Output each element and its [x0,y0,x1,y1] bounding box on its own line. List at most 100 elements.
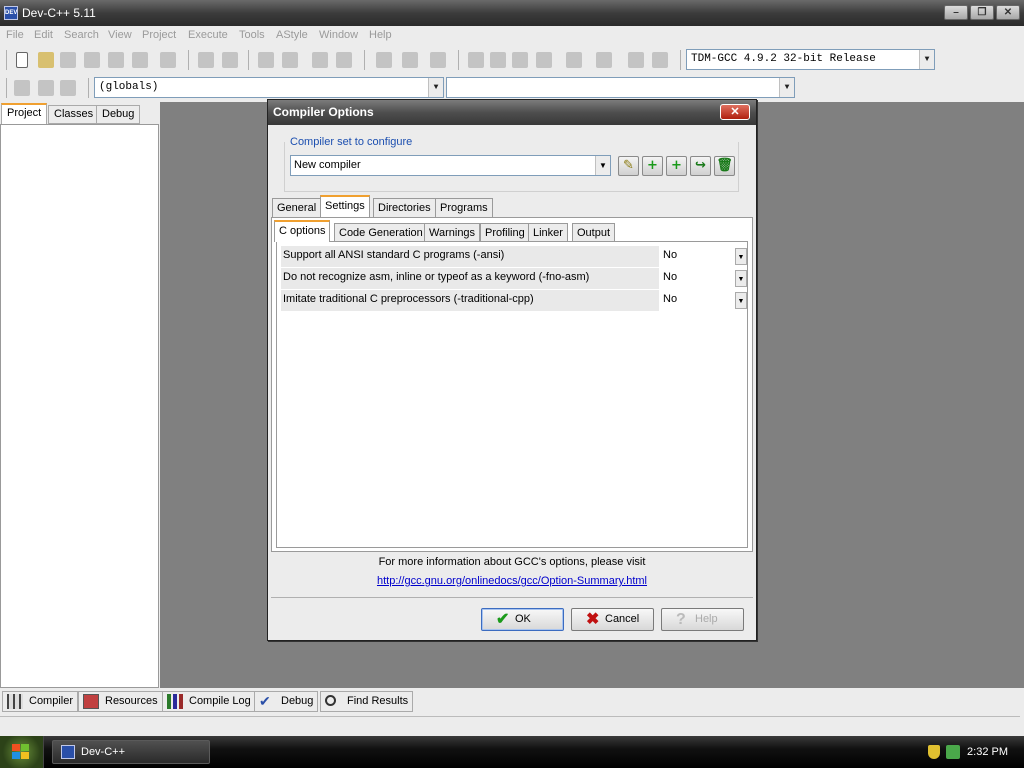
ok-button[interactable]: ✔ OK [481,608,564,631]
indent-icon[interactable] [376,52,392,68]
security-shield-icon[interactable] [928,745,940,759]
insert-icon[interactable] [14,80,30,96]
system-tray: 2:32 PM [914,736,1024,768]
chevron-down-icon[interactable]: ▼ [919,50,934,69]
member-select[interactable]: ▼ [446,77,795,98]
toggle-bookmark-icon[interactable] [38,80,54,96]
tab-debug[interactable]: Debug [96,105,141,124]
restore-button[interactable]: ❐ [970,5,994,20]
tab-settings[interactable]: Settings [320,195,370,217]
toggle-comment-icon[interactable] [430,52,446,68]
option-value[interactable]: No [661,290,733,311]
tab-compiler[interactable]: Compiler [2,691,79,712]
tab-output[interactable]: Output [572,223,616,242]
menu-view[interactable]: View [108,29,132,41]
export-compiler-set-button[interactable]: ↪ [690,156,711,176]
menu-project[interactable]: Project [142,29,176,41]
chevron-down-icon[interactable]: ▼ [735,248,747,265]
tab-resources[interactable]: Resources [78,691,163,712]
tab-debug-bottom[interactable]: ✔ Debug [254,691,319,712]
chevron-down-icon[interactable]: ▼ [779,78,794,97]
start-button[interactable] [0,736,44,768]
menu-astyle[interactable]: AStyle [276,29,308,41]
option-row[interactable]: Support all ANSI standard C programs (-a… [281,246,747,267]
tab-code-generation[interactable]: Code Generation [334,223,428,242]
save-all-icon[interactable] [84,52,100,68]
menu-window[interactable]: Window [319,29,358,41]
goto-line-icon[interactable] [336,52,352,68]
tab-c-options[interactable]: C options [274,220,331,242]
scope-select[interactable]: (globals) ▼ [94,77,444,98]
add-compiler-set-button[interactable]: + [642,156,663,176]
chevron-down-icon[interactable]: ▼ [595,156,610,175]
undo-icon[interactable] [198,52,214,68]
new-file-icon[interactable] [16,52,28,68]
compiler-select[interactable]: TDM-GCC 4.9.2 32-bit Release ▼ [686,49,935,70]
rebuild-icon[interactable] [536,52,552,68]
option-label: Support all ANSI standard C programs (-a… [281,246,659,267]
menu-execute[interactable]: Execute [188,29,228,41]
menu-edit[interactable]: Edit [34,29,53,41]
close-window-button[interactable]: ✕ [996,5,1020,20]
run-icon[interactable] [490,52,506,68]
tab-programs[interactable]: Programs [435,198,493,217]
rename-icon: ✎ [623,158,634,173]
option-value[interactable]: No [661,268,733,289]
tab-warnings[interactable]: Warnings [424,223,481,242]
tab-compile-log-label: Compile Log [189,695,251,707]
tab-project[interactable]: Project [1,103,48,124]
find-next-icon[interactable] [312,52,328,68]
find-icon[interactable] [258,52,274,68]
gcc-options-link[interactable]: http://gcc.gnu.org/onlinedocs/gcc/Option… [268,575,756,587]
option-row[interactable]: Do not recognize asm, inline or typeof a… [281,268,747,289]
compiler-set-select[interactable]: New compiler ▼ [290,155,611,176]
help-button[interactable]: ? Help [661,608,744,631]
bottom-panel-tabs: Compiler Resources Compile Log ✔ Debug F… [0,688,1024,736]
tab-general[interactable]: General [272,198,322,217]
ok-button-label: OK [515,613,531,625]
rename-compiler-set-button[interactable]: ✎ [618,156,639,176]
add-folder-compiler-set-button[interactable]: + [666,156,687,176]
debug-icon[interactable] [628,52,644,68]
menu-search[interactable]: Search [64,29,99,41]
chevron-down-icon[interactable]: ▼ [428,78,443,97]
project-tree[interactable] [0,124,159,688]
syntax-check-icon[interactable] [566,52,582,68]
network-icon[interactable] [946,745,960,759]
compile-run-icon[interactable] [512,52,528,68]
tab-find-results-label: Find Results [347,695,409,707]
unindent-icon[interactable] [402,52,418,68]
option-row[interactable]: Imitate traditional C preprocessors (-tr… [281,290,747,311]
replace-icon[interactable] [282,52,298,68]
chevron-down-icon[interactable]: ▼ [735,292,747,309]
compile-icon[interactable] [468,52,484,68]
menu-file[interactable]: File [6,29,24,41]
open-file-icon[interactable] [38,52,54,68]
tab-directories[interactable]: Directories [373,198,436,217]
goto-bookmark-icon[interactable] [60,80,76,96]
tab-find-results[interactable]: Find Results [320,691,414,712]
tab-classes[interactable]: Classes [48,105,100,124]
delete-compiler-set-button[interactable]: 🗑 [714,156,735,176]
taskbar-item-devcpp[interactable]: Dev-C++ [52,740,210,764]
clock[interactable]: 2:32 PM [967,746,1008,758]
minimize-button[interactable]: – [944,5,968,20]
option-value[interactable]: No [661,246,733,267]
tab-profiling[interactable]: Profiling [480,223,530,242]
dialog-close-button[interactable]: ✕ [720,104,750,120]
compiler-options-dialog: Compiler Options ✕ Compiler set to confi… [267,99,757,641]
menu-help[interactable]: Help [369,29,392,41]
chevron-down-icon[interactable]: ▼ [735,270,747,287]
menu-tools[interactable]: Tools [239,29,265,41]
cancel-button-label: Cancel [605,613,640,625]
tab-linker[interactable]: Linker [528,223,568,242]
clean-icon[interactable] [596,52,612,68]
tab-compile-log[interactable]: Compile Log [162,691,256,712]
redo-icon[interactable] [222,52,238,68]
print-icon[interactable] [160,52,176,68]
close-all-icon[interactable] [132,52,148,68]
cancel-button[interactable]: ✖ Cancel [571,608,654,631]
close-file-icon[interactable] [108,52,124,68]
profile-icon[interactable] [652,52,668,68]
save-icon[interactable] [60,52,76,68]
